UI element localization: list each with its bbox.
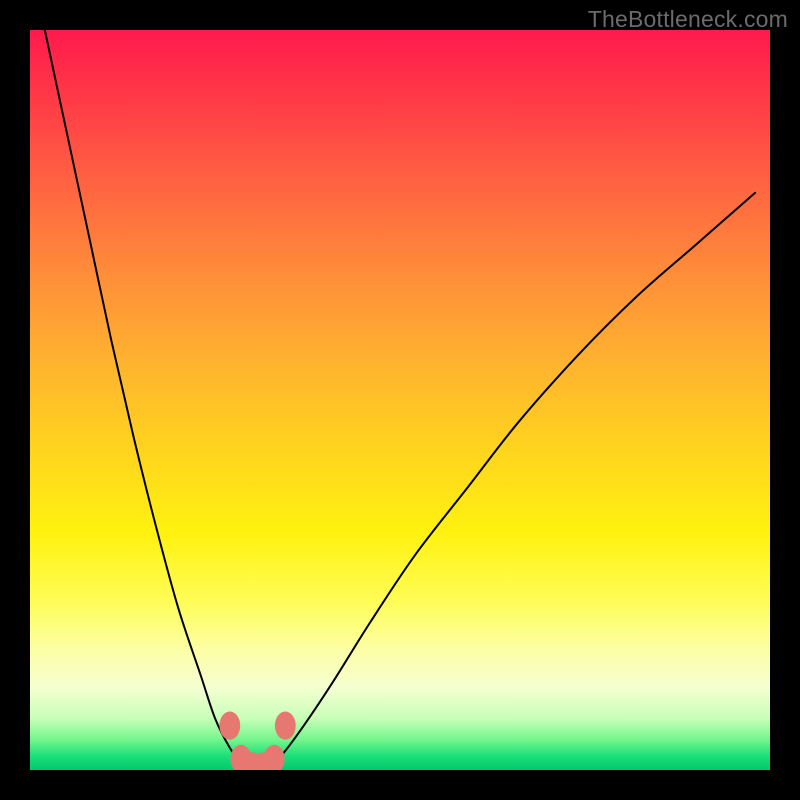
curve-markers (219, 712, 295, 771)
bottleneck-curve (30, 30, 770, 770)
chart-plot-area (30, 30, 770, 770)
curve-marker (264, 745, 285, 770)
watermark-text: TheBottleneck.com (588, 6, 788, 33)
curve-marker (275, 712, 296, 740)
curve-path (45, 30, 755, 770)
curve-marker (219, 712, 240, 740)
